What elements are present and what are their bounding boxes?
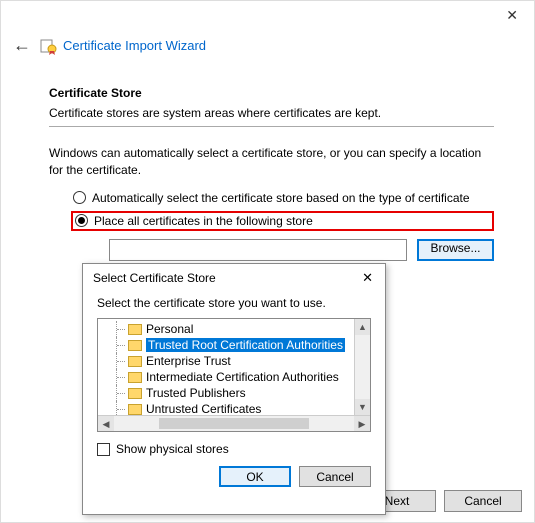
close-icon[interactable]: ✕ <box>498 5 526 26</box>
certificate-icon <box>39 37 57 55</box>
dialog-buttons: OK Cancel <box>83 456 385 487</box>
radio-auto-label: Automatically select the certificate sto… <box>92 191 470 205</box>
folder-icon <box>128 372 142 383</box>
body-text: Windows can automatically select a certi… <box>49 145 494 179</box>
wizard-content: Certificate Store Certificate stores are… <box>1 56 534 261</box>
tree-item-trusted-publishers[interactable]: Trusted Publishers <box>102 385 370 401</box>
horizontal-scrollbar[interactable]: ◀ ▶ <box>98 415 370 431</box>
ok-button[interactable]: OK <box>219 466 291 487</box>
radio-icon <box>75 214 88 227</box>
tree-item-trusted-root[interactable]: Trusted Root Certification Authorities <box>102 337 370 353</box>
close-icon[interactable]: ✕ <box>356 270 379 286</box>
store-input-row: Browse... <box>109 239 494 261</box>
wizard-header: ← Certificate Import Wizard <box>1 31 534 56</box>
show-physical-stores-checkbox[interactable]: Show physical stores <box>97 442 371 456</box>
scroll-thumb[interactable] <box>159 418 309 429</box>
store-tree[interactable]: Personal Trusted Root Certification Auth… <box>97 318 371 432</box>
folder-icon <box>128 404 142 415</box>
tree-inner: Personal Trusted Root Certification Auth… <box>98 319 370 419</box>
folder-icon <box>128 340 142 351</box>
folder-icon <box>128 324 142 335</box>
wizard-title: Certificate Import Wizard <box>63 38 206 53</box>
radio-icon <box>73 191 86 204</box>
divider <box>49 126 494 127</box>
vertical-scrollbar[interactable]: ▲ ▼ <box>354 319 370 415</box>
scroll-down-icon[interactable]: ▼ <box>355 399 370 415</box>
dialog-titlebar: Select Certificate Store ✕ <box>83 264 385 290</box>
checkbox-icon <box>97 443 110 456</box>
certificate-store-input[interactable] <box>109 239 407 261</box>
folder-icon <box>128 388 142 399</box>
titlebar: ✕ <box>1 1 534 31</box>
radio-auto-select[interactable]: Automatically select the certificate sto… <box>73 191 494 205</box>
section-subtext: Certificate stores are system areas wher… <box>49 106 494 120</box>
dialog-title: Select Certificate Store <box>93 271 216 285</box>
tree-item-enterprise-trust[interactable]: Enterprise Trust <box>102 353 370 369</box>
cancel-button[interactable]: Cancel <box>299 466 371 487</box>
select-store-dialog: Select Certificate Store ✕ Select the ce… <box>82 263 386 515</box>
scroll-right-icon[interactable]: ▶ <box>354 416 370 431</box>
radio-manual-select[interactable]: Place all certificates in the following … <box>71 211 494 231</box>
tree-item-personal[interactable]: Personal <box>102 321 370 337</box>
back-arrow-icon[interactable]: ← <box>13 35 31 56</box>
radio-manual-label: Place all certificates in the following … <box>94 214 313 228</box>
dialog-instruction: Select the certificate store you want to… <box>83 290 385 318</box>
checkbox-label: Show physical stores <box>116 442 229 456</box>
scroll-up-icon[interactable]: ▲ <box>355 319 370 335</box>
cancel-button[interactable]: Cancel <box>444 490 522 512</box>
tree-item-intermediate[interactable]: Intermediate Certification Authorities <box>102 369 370 385</box>
scroll-left-icon[interactable]: ◀ <box>98 416 114 431</box>
section-heading: Certificate Store <box>49 86 494 100</box>
folder-icon <box>128 356 142 367</box>
browse-button[interactable]: Browse... <box>417 239 494 261</box>
